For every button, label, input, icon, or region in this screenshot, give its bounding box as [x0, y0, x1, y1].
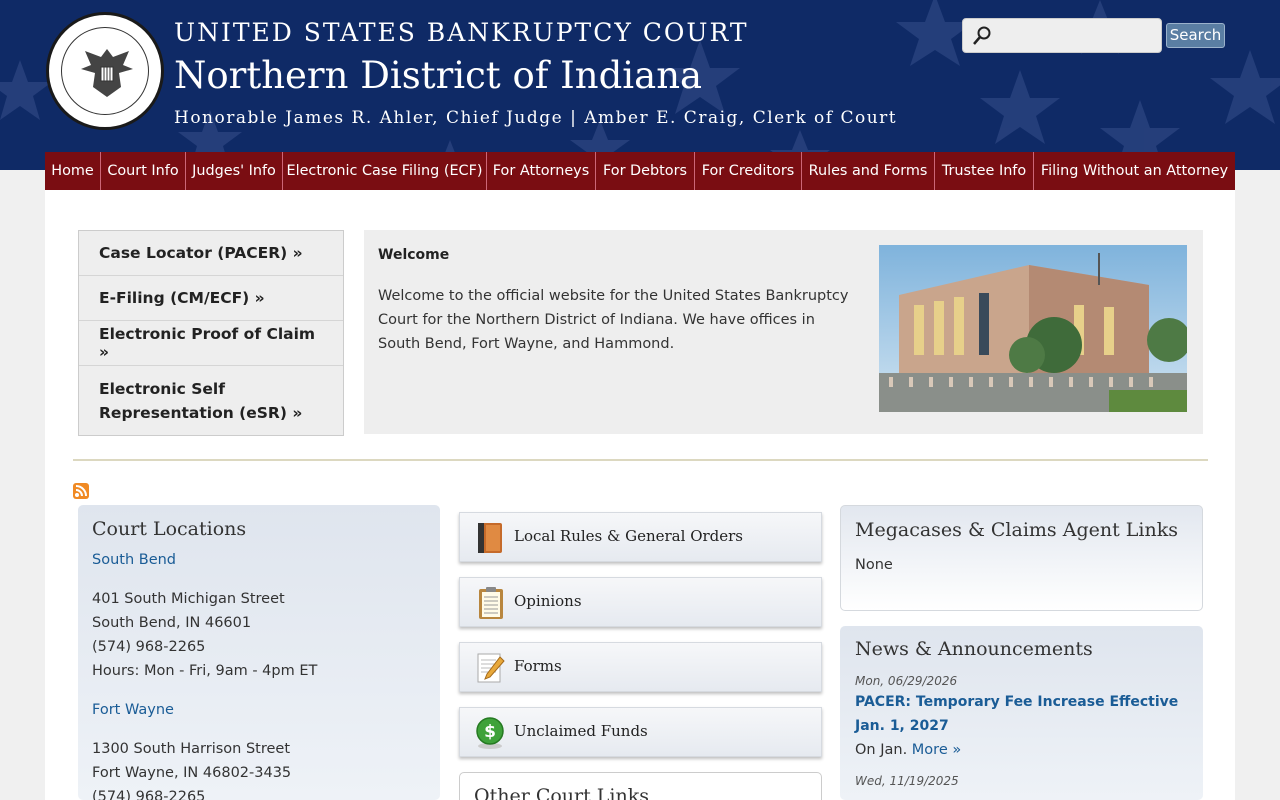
court-name[interactable]: UNITED STATES BANKRUPTCY COURT — [174, 16, 897, 50]
link-label: Forms — [514, 657, 562, 675]
nav-for-attorneys[interactable]: For Attorneys — [487, 152, 596, 190]
nav-filing-without-attorney[interactable]: Filing Without an Attorney — [1034, 152, 1235, 190]
rss-feed-icon[interactable] — [73, 483, 89, 499]
locations-heading: Court Locations — [92, 518, 247, 540]
book-icon — [478, 523, 502, 553]
nav-ecf[interactable]: Electronic Case Filing (ECF) — [283, 152, 487, 190]
phone-number: (574) 968-2265 — [92, 789, 206, 800]
address-line: 1300 South Harrison Street — [92, 741, 291, 757]
site-header: UNITED STATES BANKRUPTCY COURT Northern … — [0, 0, 1280, 170]
news-date: Mon, 06/29/2026 — [855, 674, 958, 688]
search-input[interactable] — [997, 23, 1157, 49]
location-link-fort-wayne[interactable]: Fort Wayne — [92, 698, 426, 722]
quick-link-proof-of-claim[interactable]: Electronic Proof of Claim » — [79, 321, 343, 366]
nav-rules-and-forms[interactable]: Rules and Forms — [802, 152, 935, 190]
forms-link[interactable]: Forms — [459, 642, 822, 692]
local-rules-link[interactable]: Local Rules & General Orders — [459, 512, 822, 562]
judge-clerk-line: Honorable James R. Ahler, Chief Judge | … — [174, 108, 898, 128]
site-title: UNITED STATES BANKRUPTCY COURT Northern … — [174, 16, 897, 130]
news-snippet-text: On Jan. — [855, 742, 908, 758]
link-label: Local Rules & General Orders — [514, 527, 744, 545]
clipboard-icon — [479, 587, 503, 619]
welcome-text: Welcome to the official website for the … — [378, 288, 849, 352]
main-nav: Home Court Info Judges' Info Electronic … — [45, 152, 1235, 190]
section-divider — [73, 459, 1208, 461]
link-label: Unclaimed Funds — [514, 722, 648, 740]
district-name[interactable]: Northern District of Indiana — [174, 52, 897, 100]
nav-for-creditors[interactable]: For Creditors — [695, 152, 802, 190]
location-link-south-bend[interactable]: South Bend — [92, 548, 426, 572]
city-line: South Bend, IN 46601 — [92, 615, 252, 631]
form-pencil-icon — [477, 653, 505, 683]
quick-link-cmecf[interactable]: E-Filing (CM/ECF) » — [79, 276, 343, 321]
phone-number: (574) 968-2265 — [92, 639, 206, 655]
dollar-coin-icon: $ — [476, 717, 504, 749]
court-seal-logo[interactable] — [46, 12, 164, 130]
nav-home[interactable]: Home — [45, 152, 101, 190]
court-locations-panel: Court Locations South Bend 401 South Mic… — [78, 505, 440, 800]
megacases-body: None — [855, 557, 893, 573]
megacases-panel: Megacases & Claims Agent Links None — [840, 505, 1203, 611]
nav-trustee-info[interactable]: Trustee Info — [935, 152, 1034, 190]
nav-court-info[interactable]: Court Info — [101, 152, 186, 190]
search-button[interactable]: Search — [1166, 23, 1225, 48]
address-line: 401 South Michigan Street — [92, 591, 285, 607]
unclaimed-funds-link[interactable]: $ Unclaimed Funds — [459, 707, 822, 757]
nav-judges-info[interactable]: Judges' Info — [186, 152, 283, 190]
quick-link-esr[interactable]: Electronic Self Representation (eSR) » — [79, 366, 343, 435]
other-court-links-panel: Other Court Links — [459, 772, 822, 800]
svg-text:$: $ — [484, 722, 496, 742]
quick-links-menu: Case Locator (PACER) » E-Filing (CM/ECF)… — [78, 230, 344, 436]
search-icon — [973, 26, 991, 45]
other-links-heading: Other Court Links — [474, 785, 649, 800]
courthouse-photo — [879, 245, 1187, 412]
opinions-link[interactable]: Opinions — [459, 577, 822, 627]
search-field[interactable] — [962, 18, 1162, 53]
welcome-panel: Welcome Welcome to the official website … — [364, 230, 1203, 434]
news-headline-link[interactable]: PACER: Temporary Fee Increase Effective … — [855, 690, 1188, 738]
eagle-icon — [81, 49, 133, 97]
welcome-heading: Welcome — [378, 247, 450, 263]
news-more-link[interactable]: More » — [912, 742, 961, 758]
megacases-heading: Megacases & Claims Agent Links — [855, 519, 1178, 541]
link-label: Opinions — [514, 592, 582, 610]
quick-link-pacer[interactable]: Case Locator (PACER) » — [79, 231, 343, 276]
office-hours: Hours: Mon - Fri, 9am - 4pm ET — [92, 663, 318, 679]
city-line: Fort Wayne, IN 46802-3435 — [92, 765, 292, 781]
news-snippet: On Jan. More » — [855, 738, 1188, 762]
news-panel: News & Announcements Mon, 06/29/2026 PAC… — [840, 626, 1203, 800]
nav-for-debtors[interactable]: For Debtors — [596, 152, 695, 190]
news-date: Wed, 11/19/2025 — [855, 774, 959, 788]
news-heading: News & Announcements — [855, 638, 1093, 660]
